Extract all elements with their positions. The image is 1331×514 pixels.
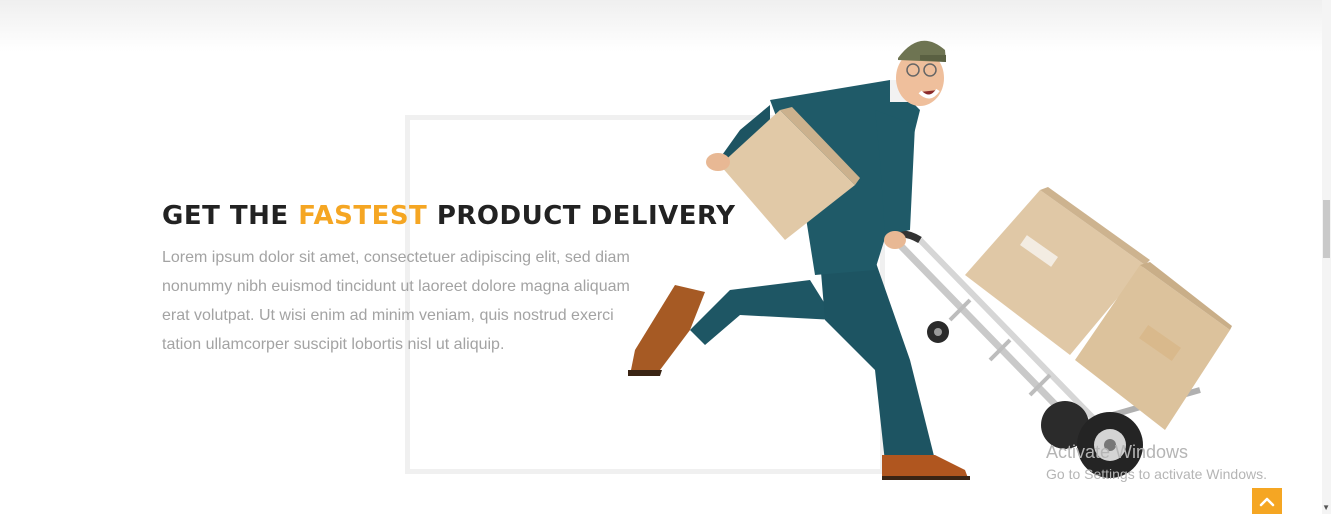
back-to-top-button[interactable] [1252, 488, 1282, 514]
activate-windows-watermark: Activate Windows Go to Settings to activ… [1046, 441, 1267, 485]
watermark-title: Activate Windows [1046, 442, 1189, 462]
heading-text-start: GET THE [162, 201, 299, 231]
scroll-down-arrow-icon[interactable]: ▼ [1322, 503, 1330, 513]
watermark-subtitle: Go to Settings to activate Windows. [1046, 466, 1267, 482]
section-description: Lorem ipsum dolor sit amet, consectetuer… [162, 249, 630, 353]
page: GET THE FASTEST PRODUCT DELIVERY Lorem i… [0, 0, 1331, 514]
heading-accent-word: FASTEST [298, 201, 428, 231]
delivery-man-illustration [628, 40, 1232, 480]
vertical-scrollbar[interactable]: ▼ [1322, 0, 1331, 514]
scrollbar-thumb[interactable] [1323, 200, 1330, 258]
chevron-up-icon [1259, 497, 1275, 507]
